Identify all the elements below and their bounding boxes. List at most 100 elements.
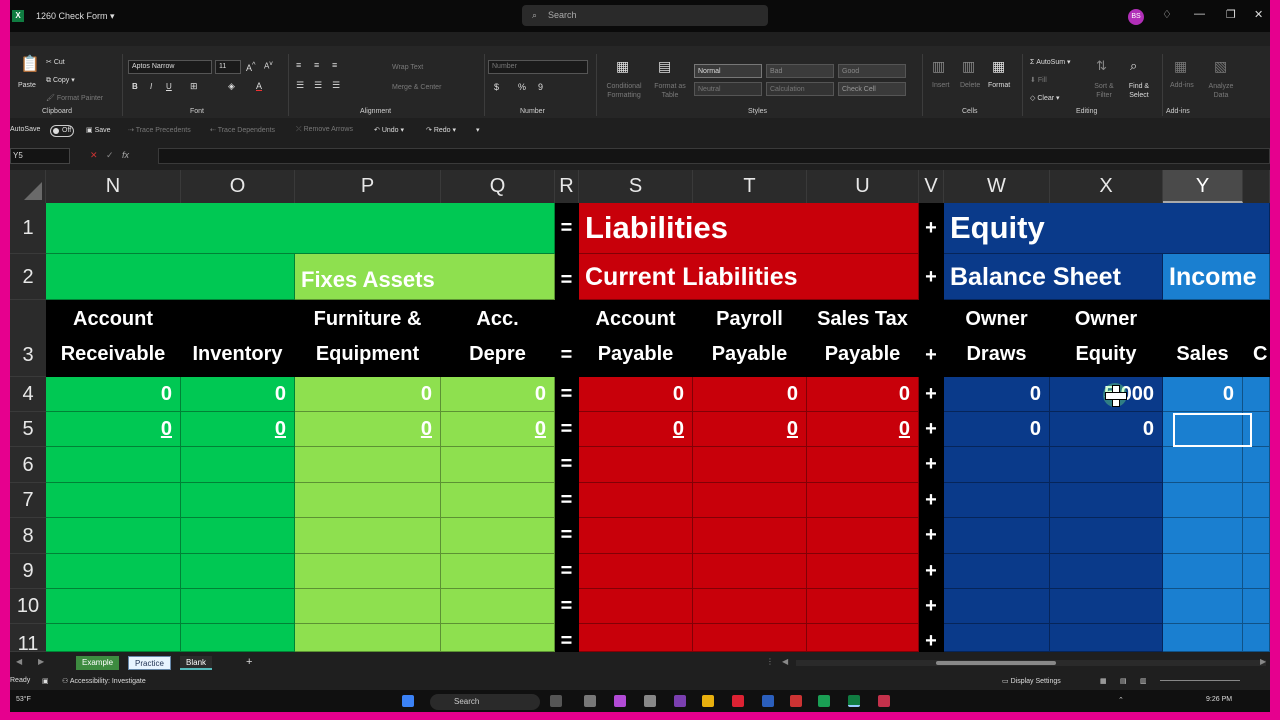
taskbar-search[interactable]: Search xyxy=(430,694,540,710)
addins-icon[interactable]: ▦ xyxy=(1174,58,1187,75)
sheet-tab-example[interactable]: Example xyxy=(76,656,120,670)
cell-operator-equals[interactable]: = xyxy=(555,554,579,589)
empty-cell[interactable] xyxy=(1050,518,1163,554)
cell-r2-equals[interactable]: = xyxy=(555,254,579,300)
cell-r3-equals[interactable]: = xyxy=(555,300,579,377)
style-check-cell[interactable]: Check Cell xyxy=(838,82,906,96)
row-header-3[interactable]: 3 xyxy=(10,300,46,377)
cell-n5[interactable]: 0 xyxy=(46,412,181,447)
trace-dependents-button[interactable]: ⇠ Trace Dependents xyxy=(210,126,275,134)
cell-u4[interactable]: 0 xyxy=(807,377,919,412)
format-cells-icon[interactable]: ▦ xyxy=(992,58,1005,75)
empty-cell[interactable] xyxy=(944,518,1050,554)
row-header-11[interactable]: 11 xyxy=(10,624,46,652)
column-header-u[interactable]: U xyxy=(807,170,919,203)
borders-icon[interactable]: ⊞ xyxy=(190,81,198,92)
row-header-2[interactable]: 2 xyxy=(10,254,46,300)
cell-q3-acc-depre[interactable]: Acc. Depre xyxy=(441,300,555,377)
scrollbar-thumb[interactable] xyxy=(936,661,1056,665)
conditional-formatting-icon[interactable]: ▦ xyxy=(616,58,629,75)
cell-s5[interactable]: 0 xyxy=(579,412,693,447)
remove-arrows-button[interactable]: ⤫ Remove Arrows xyxy=(296,126,353,134)
cancel-icon[interactable]: ✕ xyxy=(90,150,98,161)
copy-button[interactable]: ⧉ Copy ▾ xyxy=(46,76,75,85)
empty-cell[interactable] xyxy=(441,554,555,589)
empty-cell[interactable] xyxy=(46,483,181,518)
analyze-data-icon[interactable]: ▧ xyxy=(1214,58,1227,75)
sort-filter-button[interactable]: Sort & Filter xyxy=(1090,82,1118,100)
percent-icon[interactable]: % xyxy=(518,82,526,92)
empty-cell[interactable] xyxy=(46,589,181,624)
empty-cell[interactable] xyxy=(1050,447,1163,483)
worksheet-grid[interactable]: N O P Q R S T U V W X Y 1 2 3 4 5 6 7 8 … xyxy=(10,170,1270,652)
row-header-8[interactable]: 8 xyxy=(10,518,46,554)
decrease-font-icon[interactable]: Av xyxy=(264,60,273,71)
empty-cell[interactable] xyxy=(579,554,693,589)
scroll-left-icon[interactable]: ◀ xyxy=(782,657,788,666)
conditional-formatting-button[interactable]: Conditional Formatting xyxy=(602,82,646,100)
empty-cell[interactable] xyxy=(807,483,919,518)
empty-cell[interactable] xyxy=(807,447,919,483)
column-header-w[interactable]: W xyxy=(944,170,1050,203)
cell-operator-plus[interactable]: + xyxy=(919,447,944,483)
align-right-icon[interactable]: ☰ xyxy=(332,80,340,91)
font-name-dropdown[interactable]: Aptos Narrow xyxy=(128,60,212,74)
cell-operator-equals[interactable]: = xyxy=(555,518,579,554)
format-as-table-button[interactable]: Format as Table xyxy=(650,82,690,100)
style-good[interactable]: Good xyxy=(838,64,906,78)
font-size-dropdown[interactable]: 11 xyxy=(215,60,241,74)
cell-n3-account-receivable[interactable]: Account Receivable xyxy=(46,300,181,377)
row-header-7[interactable]: 7 xyxy=(10,483,46,518)
comma-icon[interactable]: 9 xyxy=(538,82,543,92)
find-select-button[interactable]: Find & Select xyxy=(1122,82,1156,100)
cell-o5[interactable]: 0 xyxy=(181,412,295,447)
empty-cell[interactable] xyxy=(441,518,555,554)
align-left-icon[interactable]: ☰ xyxy=(296,80,304,91)
empty-cell[interactable] xyxy=(1163,624,1243,652)
cell-t5[interactable]: 0 xyxy=(693,412,807,447)
empty-cell[interactable] xyxy=(295,483,441,518)
fill-color-icon[interactable]: ◈ xyxy=(228,81,235,92)
empty-cell[interactable] xyxy=(181,518,295,554)
empty-cell[interactable] xyxy=(944,589,1050,624)
excel-taskbar-icon[interactable] xyxy=(848,695,860,707)
column-header-r[interactable]: R xyxy=(555,170,579,203)
onenote-icon[interactable] xyxy=(674,695,686,707)
style-calculation[interactable]: Calculation xyxy=(766,82,834,96)
empty-cell[interactable] xyxy=(181,554,295,589)
format-as-table-icon[interactable]: ▤ xyxy=(658,58,671,75)
redo-button[interactable]: ↷ Redo ▾ xyxy=(426,126,456,134)
cell-x3-owner-equity[interactable]: Owner Equity xyxy=(1050,300,1163,377)
prev-sheet-icon[interactable]: ◀ xyxy=(16,657,22,666)
empty-cell[interactable] xyxy=(693,483,807,518)
empty-cell[interactable] xyxy=(1243,589,1270,624)
delete-button[interactable]: Delete xyxy=(960,82,980,89)
cell-operator-plus[interactable]: + xyxy=(919,554,944,589)
macro-record-icon[interactable]: ▣ xyxy=(42,677,49,685)
sheet-tab-blank[interactable]: Blank xyxy=(180,656,213,670)
select-all-corner[interactable] xyxy=(10,170,46,203)
weather-temp[interactable]: 53°F xyxy=(16,696,31,703)
empty-cell[interactable] xyxy=(295,518,441,554)
row-header-6[interactable]: 6 xyxy=(10,447,46,483)
column-header-x[interactable]: X xyxy=(1050,170,1163,203)
app-icon[interactable] xyxy=(790,695,802,707)
zoom-slider[interactable] xyxy=(1160,680,1240,681)
empty-cell[interactable] xyxy=(1243,624,1270,652)
empty-cell[interactable] xyxy=(181,624,295,652)
empty-cell[interactable] xyxy=(441,483,555,518)
row-header-9[interactable]: 9 xyxy=(10,554,46,589)
addins-button[interactable]: Add-ins xyxy=(1170,82,1194,89)
cell-w3-owner-draws[interactable]: Owner Draws xyxy=(944,300,1050,377)
column-header-z[interactable] xyxy=(1243,170,1270,203)
cell-s4[interactable]: 0 xyxy=(579,377,693,412)
cell-n4[interactable]: 0 xyxy=(46,377,181,412)
cell-operator-equals[interactable]: = xyxy=(555,483,579,518)
align-top-icon[interactable]: ≡ xyxy=(296,60,301,70)
cell-y2-income[interactable]: Income xyxy=(1163,254,1270,300)
empty-cell[interactable] xyxy=(807,589,919,624)
find-icon[interactable]: ⌕ xyxy=(1130,58,1137,74)
number-format-dropdown[interactable]: Number xyxy=(488,60,588,74)
cell-o4[interactable]: 0 xyxy=(181,377,295,412)
cell-w2-balance-sheet[interactable]: Balance Sheet xyxy=(944,254,1163,300)
